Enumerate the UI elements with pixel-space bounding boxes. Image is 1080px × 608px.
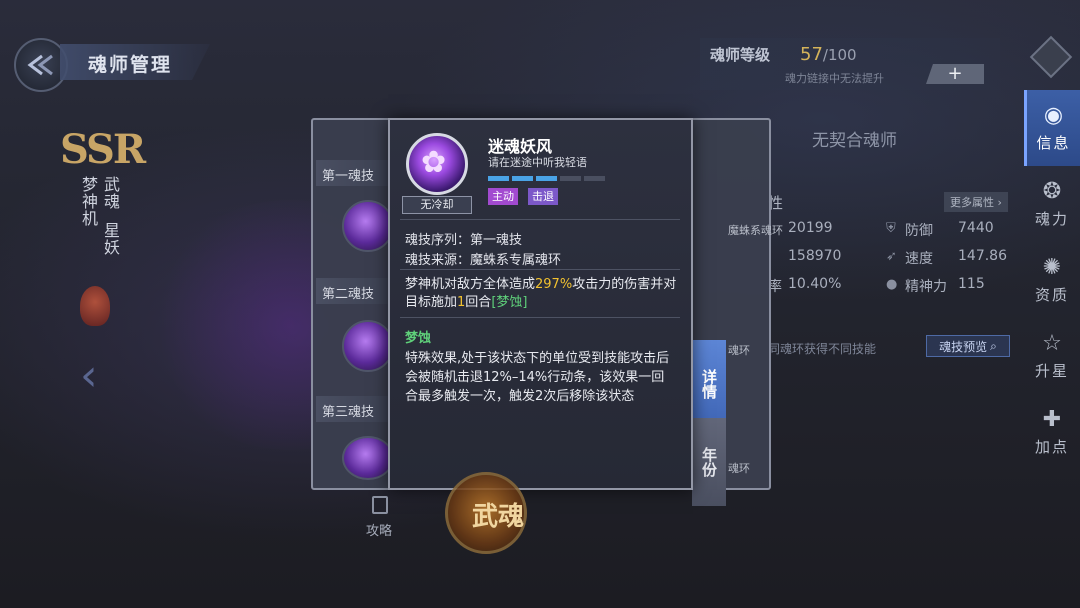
skill-source: 魂技来源：魔蛛系专属魂环: [405, 249, 561, 268]
star-icon: ☆: [1042, 330, 1062, 356]
prev-hero-chevron-icon[interactable]: ‹: [80, 350, 98, 401]
page-title: 魂师管理: [88, 54, 173, 76]
stat-defense: 7440: [958, 220, 994, 236]
cooldown-tag: 无冷却: [402, 196, 472, 214]
divider: [400, 219, 680, 220]
skill-subtitle: 请在迷途中听我轻语: [488, 156, 587, 169]
ring-tag-3: 魂环: [728, 462, 750, 475]
desc-damage-pct: 297%: [535, 277, 573, 292]
skill-preview-label: 魂技预览: [939, 339, 988, 354]
emblem-text: 武魂: [472, 502, 525, 532]
side-nav-label: 魂力: [1034, 209, 1069, 228]
stat-hp: 20199: [788, 220, 833, 236]
sequence-value: 第一魂技: [470, 233, 523, 248]
tag-active: 主动: [488, 188, 518, 205]
defense-icon: ⛨: [886, 221, 896, 236]
aura-icon: ❂: [1042, 178, 1062, 204]
stat-rate: 10.40%: [788, 276, 842, 292]
martial-soul-name: 星妖: [101, 222, 120, 256]
stat-label-speed: 速度: [905, 251, 933, 267]
guide-label[interactable]: 攻略: [366, 520, 392, 539]
divider: [400, 269, 680, 270]
side-nav-label: 资质: [1034, 285, 1069, 304]
stat-speed: 147.86: [958, 248, 1007, 264]
skill-slot-1-label: 第一魂技: [322, 169, 375, 184]
eye-shield-icon: ◉: [1043, 102, 1064, 128]
level-pip: [536, 176, 557, 181]
level-pip: [512, 176, 533, 181]
more-attrs-button[interactable]: 更多属性 ›: [944, 192, 1008, 212]
skill-slot-1-icon[interactable]: [342, 200, 394, 252]
rank-current: 57: [800, 44, 823, 65]
side-nav: ◉ 信息 ❂ 魂力 ✺ 资质 ☆ 升星 ✚ 加点: [1024, 90, 1080, 470]
search-icon: ⌕: [990, 338, 997, 353]
sequence-label: 魂技序列：: [405, 233, 471, 248]
rarity-badge: SSR: [60, 126, 146, 173]
side-nav-add-points[interactable]: ✚ 加点: [1024, 394, 1080, 470]
no-match-text: 无契合魂师: [812, 131, 897, 151]
desc-text: 梦神机对敌方全体造成: [405, 277, 536, 292]
rank-note: 魂力链接中无法提升: [785, 72, 884, 85]
source-value: 魔蛛系专属魂环: [470, 253, 562, 268]
side-nav-label: 信息: [1036, 133, 1071, 152]
level-pip: [560, 176, 581, 181]
spirit-icon: ●: [886, 277, 898, 292]
side-nav-power[interactable]: ❂ 魂力: [1024, 166, 1080, 242]
plus-emblem-icon: ✚: [1042, 406, 1062, 432]
hero-avatar[interactable]: [80, 286, 110, 326]
guide-book-icon[interactable]: [372, 496, 388, 514]
side-nav-info[interactable]: ◉ 信息: [1024, 90, 1080, 166]
desc-text: 回合: [465, 295, 492, 310]
desc-status: [梦蚀]: [491, 295, 528, 310]
detail-label: 详情: [700, 369, 718, 399]
detail-button[interactable]: 详情: [692, 340, 726, 428]
side-nav-label: 升星: [1034, 361, 1069, 380]
effect-description: 特殊效果,处于该状态下的单位受到技能攻击后会被随机击退12%–14%行动条，该效…: [405, 351, 670, 404]
aptitude-icon: ✺: [1042, 254, 1062, 280]
side-nav-label: 加点: [1034, 437, 1069, 456]
level-pip: [488, 176, 509, 181]
skill-slot-3-label: 第三魂技: [322, 405, 375, 420]
year-label: 年份: [700, 447, 718, 477]
rank-plus-button[interactable]: +: [926, 64, 984, 84]
menu-diamond-icon[interactable]: [1029, 35, 1073, 79]
divider: [400, 317, 680, 318]
stat-label-defense: 防御: [905, 223, 933, 239]
side-nav-star-up[interactable]: ☆ 升星: [1024, 318, 1080, 394]
ring-tag-1: 魔蛛系魂环: [728, 224, 783, 237]
year-button[interactable]: 年份: [692, 418, 726, 506]
skill-slot-3-icon[interactable]: [342, 436, 394, 480]
back-button[interactable]: [14, 38, 68, 92]
skill-slot-2-label: 第二魂技: [322, 287, 375, 302]
hero-name: 梦神机: [79, 176, 98, 227]
skill-preview-button[interactable]: 魂技预览 ⌕: [926, 335, 1010, 357]
rank-value: 57/100: [800, 44, 857, 65]
martial-soul-label: 武魂: [101, 176, 120, 210]
effect-title: 梦蚀: [405, 331, 432, 346]
stat-spirit: 115: [958, 276, 985, 292]
skill-sequence: 魂技序列：第一魂技: [405, 229, 522, 248]
back-chevron-icon: [27, 54, 53, 76]
stat-attack: 158970: [788, 248, 842, 264]
level-pip: [584, 176, 605, 181]
ring-tag-2: 魂环: [728, 344, 750, 357]
skill-slot-2-icon[interactable]: [342, 320, 394, 372]
rank-label: 魂师等级: [710, 46, 771, 64]
more-attrs-label: 更多属性: [950, 196, 994, 209]
speed-icon: ➶: [886, 249, 897, 264]
side-nav-aptitude[interactable]: ✺ 资质: [1024, 242, 1080, 318]
mist-flower-icon: ✿: [421, 145, 447, 180]
stat-label-spirit: 精神力: [905, 279, 947, 295]
ring-note: 同魂环获得不同技能: [768, 342, 877, 356]
source-label: 魂技来源：: [405, 253, 471, 268]
tag-knockback: 击退: [528, 188, 558, 205]
rank-max: /100: [822, 46, 857, 64]
skill-description: 梦神机对敌方全体造成297%攻击力的伤害并对目标施加1回合[梦蚀]: [405, 276, 677, 312]
